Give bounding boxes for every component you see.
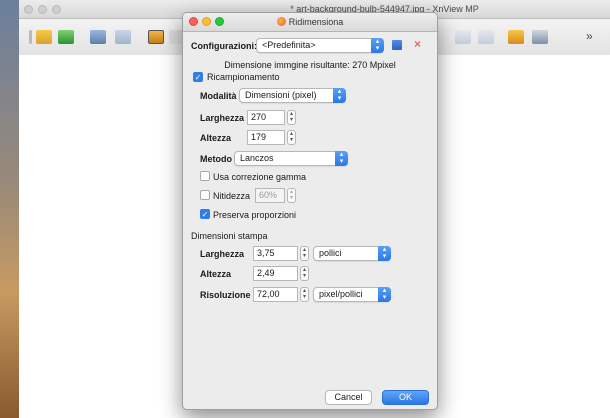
dialog-minimize-button[interactable]	[202, 17, 211, 26]
resolution-stepper[interactable]: ▴ ▾	[300, 287, 309, 302]
print-height-stepper[interactable]: ▴ ▾	[300, 266, 309, 281]
print-width-input[interactable]: 3,75	[253, 246, 298, 261]
resolution-unit-select[interactable]: pixel/pollici ▴ ▾	[313, 287, 391, 302]
folder-tree-icon[interactable]	[36, 30, 52, 44]
print-height-input[interactable]: 2,49	[253, 266, 298, 281]
cancel-button[interactable]: Cancel	[325, 390, 372, 405]
toolbar-grip	[29, 30, 32, 44]
config-select[interactable]: <Predefinita> ▴ ▾	[256, 38, 384, 53]
sharpness-input[interactable]: 60%	[255, 188, 285, 203]
preserve-label: Preserva proporzioni	[213, 210, 297, 220]
chevron-updown-icon: ▴ ▾	[335, 151, 348, 166]
chevron-updown-icon: ▴ ▾	[378, 246, 391, 261]
save-icon[interactable]	[58, 30, 74, 44]
width-input[interactable]: 270	[247, 110, 285, 125]
dialog-zoom-button[interactable]	[215, 17, 224, 26]
dialog-title: Ridimensiona	[288, 17, 344, 27]
print-unit-select[interactable]: pollici ▴ ▾	[313, 246, 391, 261]
resample-label: Ricampionamento	[207, 72, 280, 82]
next-icon[interactable]	[478, 30, 494, 44]
sharpness-stepper[interactable]: ▴ ▾	[287, 188, 296, 203]
height-label: Altezza	[200, 133, 232, 143]
config-label: Configurazioni:	[191, 41, 257, 51]
chevron-updown-icon: ▴ ▾	[371, 38, 384, 53]
height-input[interactable]: 179	[247, 130, 285, 145]
dialog-close-button[interactable]	[189, 17, 198, 26]
print-unit-select-value: pollici	[319, 248, 342, 258]
delete-preset-icon[interactable]: ×	[414, 37, 421, 51]
mode-label: Modalità	[200, 91, 237, 101]
print-section-title: Dimensioni stampa	[191, 231, 268, 241]
main-close-button[interactable]	[24, 5, 33, 14]
toolbar-overflow-icon[interactable]: »	[586, 29, 593, 43]
gamma-label: Usa correzione gamma	[213, 172, 307, 182]
prev-icon[interactable]	[455, 30, 471, 44]
gamma-checkbox[interactable]	[200, 171, 210, 181]
config-select-value: <Predefinita>	[262, 40, 316, 50]
print-width-label: Larghezza	[200, 249, 245, 259]
save-preset-icon[interactable]	[392, 40, 402, 50]
info-icon[interactable]	[532, 30, 548, 44]
ok-button[interactable]: OK	[382, 390, 429, 405]
mode-select-value: Dimensioni (pixel)	[245, 90, 317, 100]
method-label: Metodo	[200, 154, 232, 164]
height-stepper[interactable]: ▴ ▾	[287, 130, 296, 145]
resize-dialog: Ridimensiona Configurazioni: <Predefinit…	[182, 12, 438, 410]
crop-icon[interactable]	[148, 30, 164, 44]
xnview-app-icon	[276, 17, 286, 26]
slideshow-icon[interactable]	[508, 30, 524, 44]
chevron-updown-icon: ▴ ▾	[333, 88, 346, 103]
resolution-unit-select-value: pixel/pollici	[319, 289, 363, 299]
print-height-label: Altezza	[200, 269, 232, 279]
rotate-left-icon[interactable]	[90, 30, 106, 44]
print-width-stepper[interactable]: ▴ ▾	[300, 246, 309, 261]
chevron-updown-icon: ▴ ▾	[378, 287, 391, 302]
main-zoom-button[interactable]	[52, 5, 61, 14]
mode-select[interactable]: Dimensioni (pixel) ▴ ▾	[239, 88, 346, 103]
resolution-input[interactable]: 72,00	[253, 287, 298, 302]
sharpness-label: Nitidezza	[213, 191, 251, 201]
rotate-right-icon[interactable]	[115, 30, 131, 44]
width-stepper[interactable]: ▴ ▾	[287, 110, 296, 125]
width-label: Larghezza	[200, 113, 245, 123]
resample-checkbox[interactable]: ✓	[193, 72, 203, 82]
resolution-label: Risoluzione	[200, 290, 251, 300]
method-select[interactable]: Lanczos ▴ ▾	[234, 151, 348, 166]
dialog-titlebar: Ridimensiona	[183, 13, 437, 32]
result-size-text: Dimensione immgine risultante: 270 Mpixe…	[224, 60, 396, 70]
sharpness-checkbox[interactable]	[200, 190, 210, 200]
main-minimize-button[interactable]	[38, 5, 47, 14]
method-select-value: Lanczos	[240, 153, 274, 163]
preserve-checkbox[interactable]: ✓	[200, 209, 210, 219]
